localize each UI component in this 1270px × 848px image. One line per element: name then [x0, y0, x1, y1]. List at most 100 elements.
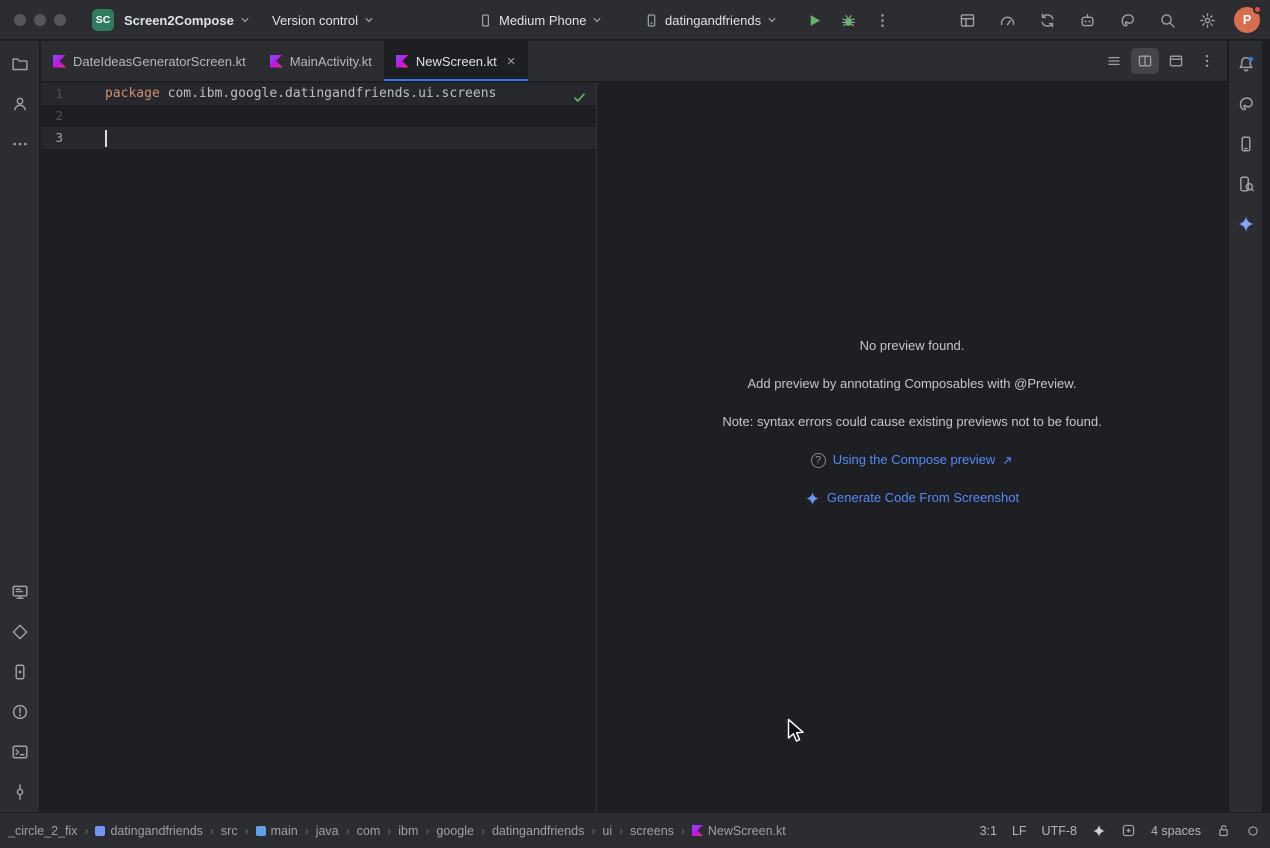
close-window-button[interactable]	[14, 14, 26, 26]
breadcrumb-separator: ›	[591, 824, 595, 838]
version-control-icon[interactable]	[3, 775, 37, 809]
inspections-level-icon[interactable]	[1246, 824, 1260, 838]
breadcrumb-separator: ›	[346, 824, 350, 838]
code-line-2[interactable]: 2	[41, 105, 596, 127]
code-line-3[interactable]: 3	[41, 127, 596, 149]
right-stripe-top-group	[1229, 44, 1263, 244]
code-token: com.ibm.google.datingandfriends.ui.scree…	[160, 83, 497, 105]
version-control-menu[interactable]: Version control	[264, 6, 382, 34]
compose-preview-help-link[interactable]: ? Using the Compose preview	[597, 449, 1227, 471]
layout-inspector-icon[interactable]	[952, 6, 982, 34]
inspections-status-widget[interactable]	[570, 88, 588, 106]
gemini-icon[interactable]	[1229, 207, 1263, 241]
more-tool-windows-icon[interactable]	[3, 127, 37, 161]
write-access-lock-icon[interactable]	[1216, 823, 1231, 838]
code-editor[interactable]: 1package com.ibm.google.datingandfriends…	[41, 83, 596, 812]
device-manager-icon[interactable]	[1229, 127, 1263, 161]
generate-link-label: Generate Code From Screenshot	[827, 487, 1019, 509]
breadcrumb-main[interactable]: main	[256, 824, 298, 838]
project-folder-icon[interactable]	[3, 47, 37, 81]
ai-assistant-icon[interactable]	[1072, 6, 1102, 34]
code-line-1[interactable]: 1package com.ibm.google.datingandfriends…	[41, 83, 596, 105]
code-lines: 1package com.ibm.google.datingandfriends…	[41, 83, 596, 149]
kotlin-file-icon	[270, 55, 283, 68]
logcat-icon[interactable]	[3, 575, 37, 609]
code-text: package com.ibm.google.datingandfriends.…	[97, 83, 496, 105]
caret-position-widget[interactable]: 3:1	[980, 824, 997, 838]
breadcrumb-java[interactable]: java	[316, 824, 339, 838]
gradle-icon[interactable]	[1112, 6, 1142, 34]
view-code-icon[interactable]	[1100, 48, 1128, 74]
running-devices-icon[interactable]	[3, 655, 37, 689]
chevron-down-icon	[767, 15, 777, 25]
more-editor-options-icon[interactable]	[1193, 48, 1221, 74]
breadcrumb-screens[interactable]: screens	[630, 824, 674, 838]
line-number: 1	[41, 83, 97, 105]
breadcrumb-google[interactable]: google	[436, 824, 474, 838]
ai-status-icon[interactable]	[1121, 823, 1136, 838]
breadcrumb-_circle_2_fix[interactable]: _circle_2_fix	[8, 824, 77, 838]
help-circle-icon: ?	[811, 453, 826, 468]
device-selector-label: Medium Phone	[499, 13, 586, 28]
device-selector[interactable]: Medium Phone	[470, 6, 610, 34]
notifications-icon[interactable]	[1229, 47, 1263, 81]
indent-widget[interactable]: 4 spaces	[1151, 824, 1201, 838]
file-encoding-widget[interactable]: UTF-8	[1042, 824, 1077, 838]
breadcrumb-label: src	[221, 824, 238, 838]
breadcrumb-datingandfriends[interactable]: datingandfriends	[492, 824, 584, 838]
run-configuration-selector[interactable]: datingandfriends	[636, 6, 785, 34]
breadcrumb-ui[interactable]: ui	[602, 824, 612, 838]
search-everywhere-icon[interactable]	[1152, 6, 1182, 34]
gradle-panel-icon[interactable]	[1229, 87, 1263, 121]
breadcrumb-label: NewScreen.kt	[708, 824, 786, 838]
profiler-icon[interactable]	[992, 6, 1022, 34]
project-menu[interactable]: Screen2Compose	[116, 6, 258, 34]
editor-tab-bar: DateIdeasGeneratorScreen.ktMainActivity.…	[41, 41, 1227, 82]
line-separator-widget[interactable]: LF	[1012, 824, 1027, 838]
gemini-spark-icon	[805, 491, 820, 506]
titlebar-right-actions	[952, 6, 1222, 34]
editor-tab-DateIdeasGeneratorScreen.kt[interactable]: DateIdeasGeneratorScreen.kt	[41, 41, 258, 81]
notification-dot	[1253, 5, 1262, 14]
more-actions-button[interactable]	[867, 6, 897, 34]
phone-icon	[478, 13, 493, 28]
settings-icon[interactable]	[1192, 6, 1222, 34]
breadcrumb-datingandfriends[interactable]: datingandfriends	[95, 824, 202, 838]
preview-note: Note: syntax errors could cause existing…	[597, 411, 1227, 433]
right-tool-stripe	[1228, 41, 1270, 812]
view-split-icon[interactable]	[1131, 48, 1159, 74]
kotlin-file-icon	[53, 55, 66, 68]
breadcrumb-label: screens	[630, 824, 674, 838]
compose-preview-panel: No preview found. Add preview by annotat…	[597, 83, 1227, 812]
minimize-window-button[interactable]	[34, 14, 46, 26]
chevron-down-icon	[240, 15, 250, 25]
editor-tab-MainActivity.kt[interactable]: MainActivity.kt	[258, 41, 384, 81]
breadcrumb-label: datingandfriends	[492, 824, 584, 838]
breadcrumb-src[interactable]: src	[221, 824, 238, 838]
left-stripe-bottom-group	[3, 572, 37, 812]
breadcrumb-NewScreen.kt[interactable]: NewScreen.kt	[692, 824, 786, 838]
sync-project-icon[interactable]	[1032, 6, 1062, 34]
close-tab-icon[interactable]: ×	[507, 54, 516, 69]
device-explorer-icon[interactable]	[1229, 167, 1263, 201]
gemini-status-icon[interactable]	[1092, 824, 1106, 838]
breadcrumb-ibm[interactable]: ibm	[398, 824, 418, 838]
app-quality-insights-icon[interactable]	[3, 615, 37, 649]
zoom-window-button[interactable]	[54, 14, 66, 26]
resource-manager-icon[interactable]	[3, 87, 37, 121]
run-button[interactable]	[799, 6, 829, 34]
more-vertical-icon	[874, 12, 891, 29]
module-icon	[95, 826, 105, 836]
help-link-label: Using the Compose preview	[833, 449, 996, 471]
profile-avatar[interactable]: P	[1234, 7, 1260, 33]
tab-label: NewScreen.kt	[416, 54, 497, 69]
view-design-icon[interactable]	[1162, 48, 1190, 74]
breadcrumb-separator: ›	[245, 824, 249, 838]
generate-code-from-screenshot-link[interactable]: Generate Code From Screenshot	[597, 487, 1227, 509]
breadcrumb-com[interactable]: com	[357, 824, 381, 838]
terminal-icon[interactable]	[3, 735, 37, 769]
editor-tab-NewScreen.kt[interactable]: NewScreen.kt ×	[384, 41, 528, 81]
problems-icon[interactable]	[3, 695, 37, 729]
breadcrumb-label: com	[357, 824, 381, 838]
debug-button[interactable]	[833, 6, 863, 34]
